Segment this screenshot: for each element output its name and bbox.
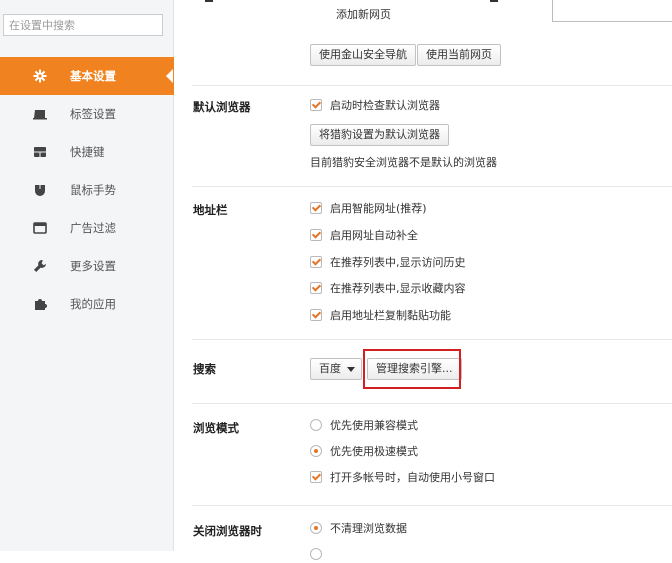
gear-icon xyxy=(33,69,47,83)
radio-label: 不清理浏览数据 xyxy=(330,522,407,535)
sidebar-item-label: 我的应用 xyxy=(70,297,116,311)
checkbox-label: 启动时检查默认浏览器 xyxy=(330,99,440,112)
sidebar-item-ad-filter[interactable]: 广告过滤 xyxy=(0,209,174,247)
sidebar-item-label: 快捷键 xyxy=(70,145,105,159)
puzzle-icon xyxy=(33,297,47,311)
check-default-on-start[interactable]: 启动时检查默认浏览器 xyxy=(310,98,440,114)
chevron-down-icon xyxy=(347,367,355,372)
radio-button[interactable] xyxy=(310,548,322,560)
radio-compat-mode[interactable]: 优先使用兼容模式 xyxy=(310,418,418,434)
checkbox-checked[interactable] xyxy=(310,309,322,321)
checkbox-checked[interactable] xyxy=(310,471,322,483)
address-bar-option[interactable]: 启用网址自动补全 xyxy=(310,228,418,244)
use-current-page-button[interactable]: 使用当前网页 xyxy=(417,44,501,66)
radio-button-selected[interactable] xyxy=(310,445,322,457)
checkbox-checked[interactable] xyxy=(310,99,322,111)
browse-mode-title: 浏览模式 xyxy=(193,421,239,435)
section-divider xyxy=(192,339,672,340)
search-engine-value: 百度 xyxy=(319,362,341,375)
sidebar-item-shortcuts[interactable]: 快捷键 xyxy=(0,133,174,171)
radio-fast-mode[interactable]: 优先使用极速模式 xyxy=(310,444,418,460)
sidebar-item-tab-settings[interactable]: 标签设置 xyxy=(0,95,174,133)
search-title: 搜索 xyxy=(193,362,216,376)
radio-label: 优先使用极速模式 xyxy=(330,445,418,458)
sidebar-item-label: 更多设置 xyxy=(70,259,116,273)
sidebar-item-label: 标签设置 xyxy=(70,107,116,121)
tab-icon xyxy=(33,107,47,121)
sidebar-item-my-apps[interactable]: 我的应用 xyxy=(0,285,174,323)
window-icon xyxy=(33,221,47,235)
checkbox-label: 启用网址自动补全 xyxy=(330,229,418,242)
checkbox-label: 打开多帐号时，自动使用小号窗口 xyxy=(330,471,495,484)
sidebar-item-mouse-gestures[interactable]: 鼠标手势 xyxy=(0,171,174,209)
cut-off-mark xyxy=(205,0,213,2)
address-bar-title: 地址栏 xyxy=(193,203,228,217)
on-close-title: 关闭浏览器时 xyxy=(193,524,262,538)
use-safe-nav-button[interactable]: 使用金山安全导航 xyxy=(310,44,416,66)
sidebar-item-label: 广告过滤 xyxy=(70,221,116,235)
sidebar-item-basic-settings[interactable]: 基本设置 xyxy=(0,57,174,95)
checkbox-label: 启用地址栏复制黏贴功能 xyxy=(330,309,451,322)
default-browser-status: 目前猎豹安全浏览器不是默认的浏览器 xyxy=(310,156,497,169)
checkbox-checked[interactable] xyxy=(310,256,322,268)
section-divider xyxy=(192,85,672,86)
cut-off-mark xyxy=(490,0,498,2)
sidebar-item-label: 基本设置 xyxy=(70,69,116,83)
keyboard-icon xyxy=(33,145,47,159)
settings-content: 添加新网页 使用金山安全导航 使用当前网页 默认浏览器 启动时检查默认浏览器 将… xyxy=(174,0,672,560)
checkbox-label: 启用智能网址(推荐) xyxy=(330,202,427,215)
highlight-box xyxy=(363,349,461,389)
checkbox-label: 在推荐列表中,显示访问历史 xyxy=(330,256,466,269)
address-bar-option[interactable]: 在推荐列表中,显示收藏内容 xyxy=(310,281,466,297)
checkbox-checked[interactable] xyxy=(310,202,322,214)
sidebar-item-more-settings[interactable]: 更多设置 xyxy=(0,247,174,285)
set-default-browser-button[interactable]: 将猎豹设置为默认浏览器 xyxy=(310,124,449,146)
radio-keep-data[interactable]: 不清理浏览数据 xyxy=(310,521,407,537)
address-bar-option[interactable]: 启用智能网址(推荐) xyxy=(310,201,427,217)
radio-button[interactable] xyxy=(310,419,322,431)
radio-label: 优先使用兼容模式 xyxy=(330,419,418,432)
radio-partial-hidden[interactable] xyxy=(310,547,330,563)
section-divider xyxy=(192,505,672,506)
checkbox-checked[interactable] xyxy=(310,282,322,294)
address-bar-option[interactable]: 在推荐列表中,显示访问历史 xyxy=(310,255,466,271)
check-multi-account[interactable]: 打开多帐号时，自动使用小号窗口 xyxy=(310,470,495,486)
address-bar-option[interactable]: 启用地址栏复制黏贴功能 xyxy=(310,308,451,324)
settings-search-input[interactable] xyxy=(3,14,163,36)
section-divider xyxy=(192,186,672,187)
wrench-icon xyxy=(33,259,47,273)
search-engine-select[interactable]: 百度 xyxy=(310,358,362,380)
mouse-icon xyxy=(33,183,47,197)
new-page-url-input[interactable] xyxy=(552,0,672,22)
section-divider xyxy=(192,403,672,404)
sidebar: 基本设置 标签设置 快捷键 鼠标手势 广告过滤 xyxy=(0,0,174,551)
sidebar-item-label: 鼠标手势 xyxy=(70,183,116,197)
sidebar-nav: 基本设置 标签设置 快捷键 鼠标手势 广告过滤 更多设置 我的应用 xyxy=(0,57,174,323)
checkbox-checked[interactable] xyxy=(310,229,322,241)
radio-button-selected[interactable] xyxy=(310,522,322,534)
checkbox-label: 在推荐列表中,显示收藏内容 xyxy=(330,282,466,295)
default-browser-title: 默认浏览器 xyxy=(193,100,251,114)
add-new-page-label: 添加新网页 xyxy=(336,8,391,21)
